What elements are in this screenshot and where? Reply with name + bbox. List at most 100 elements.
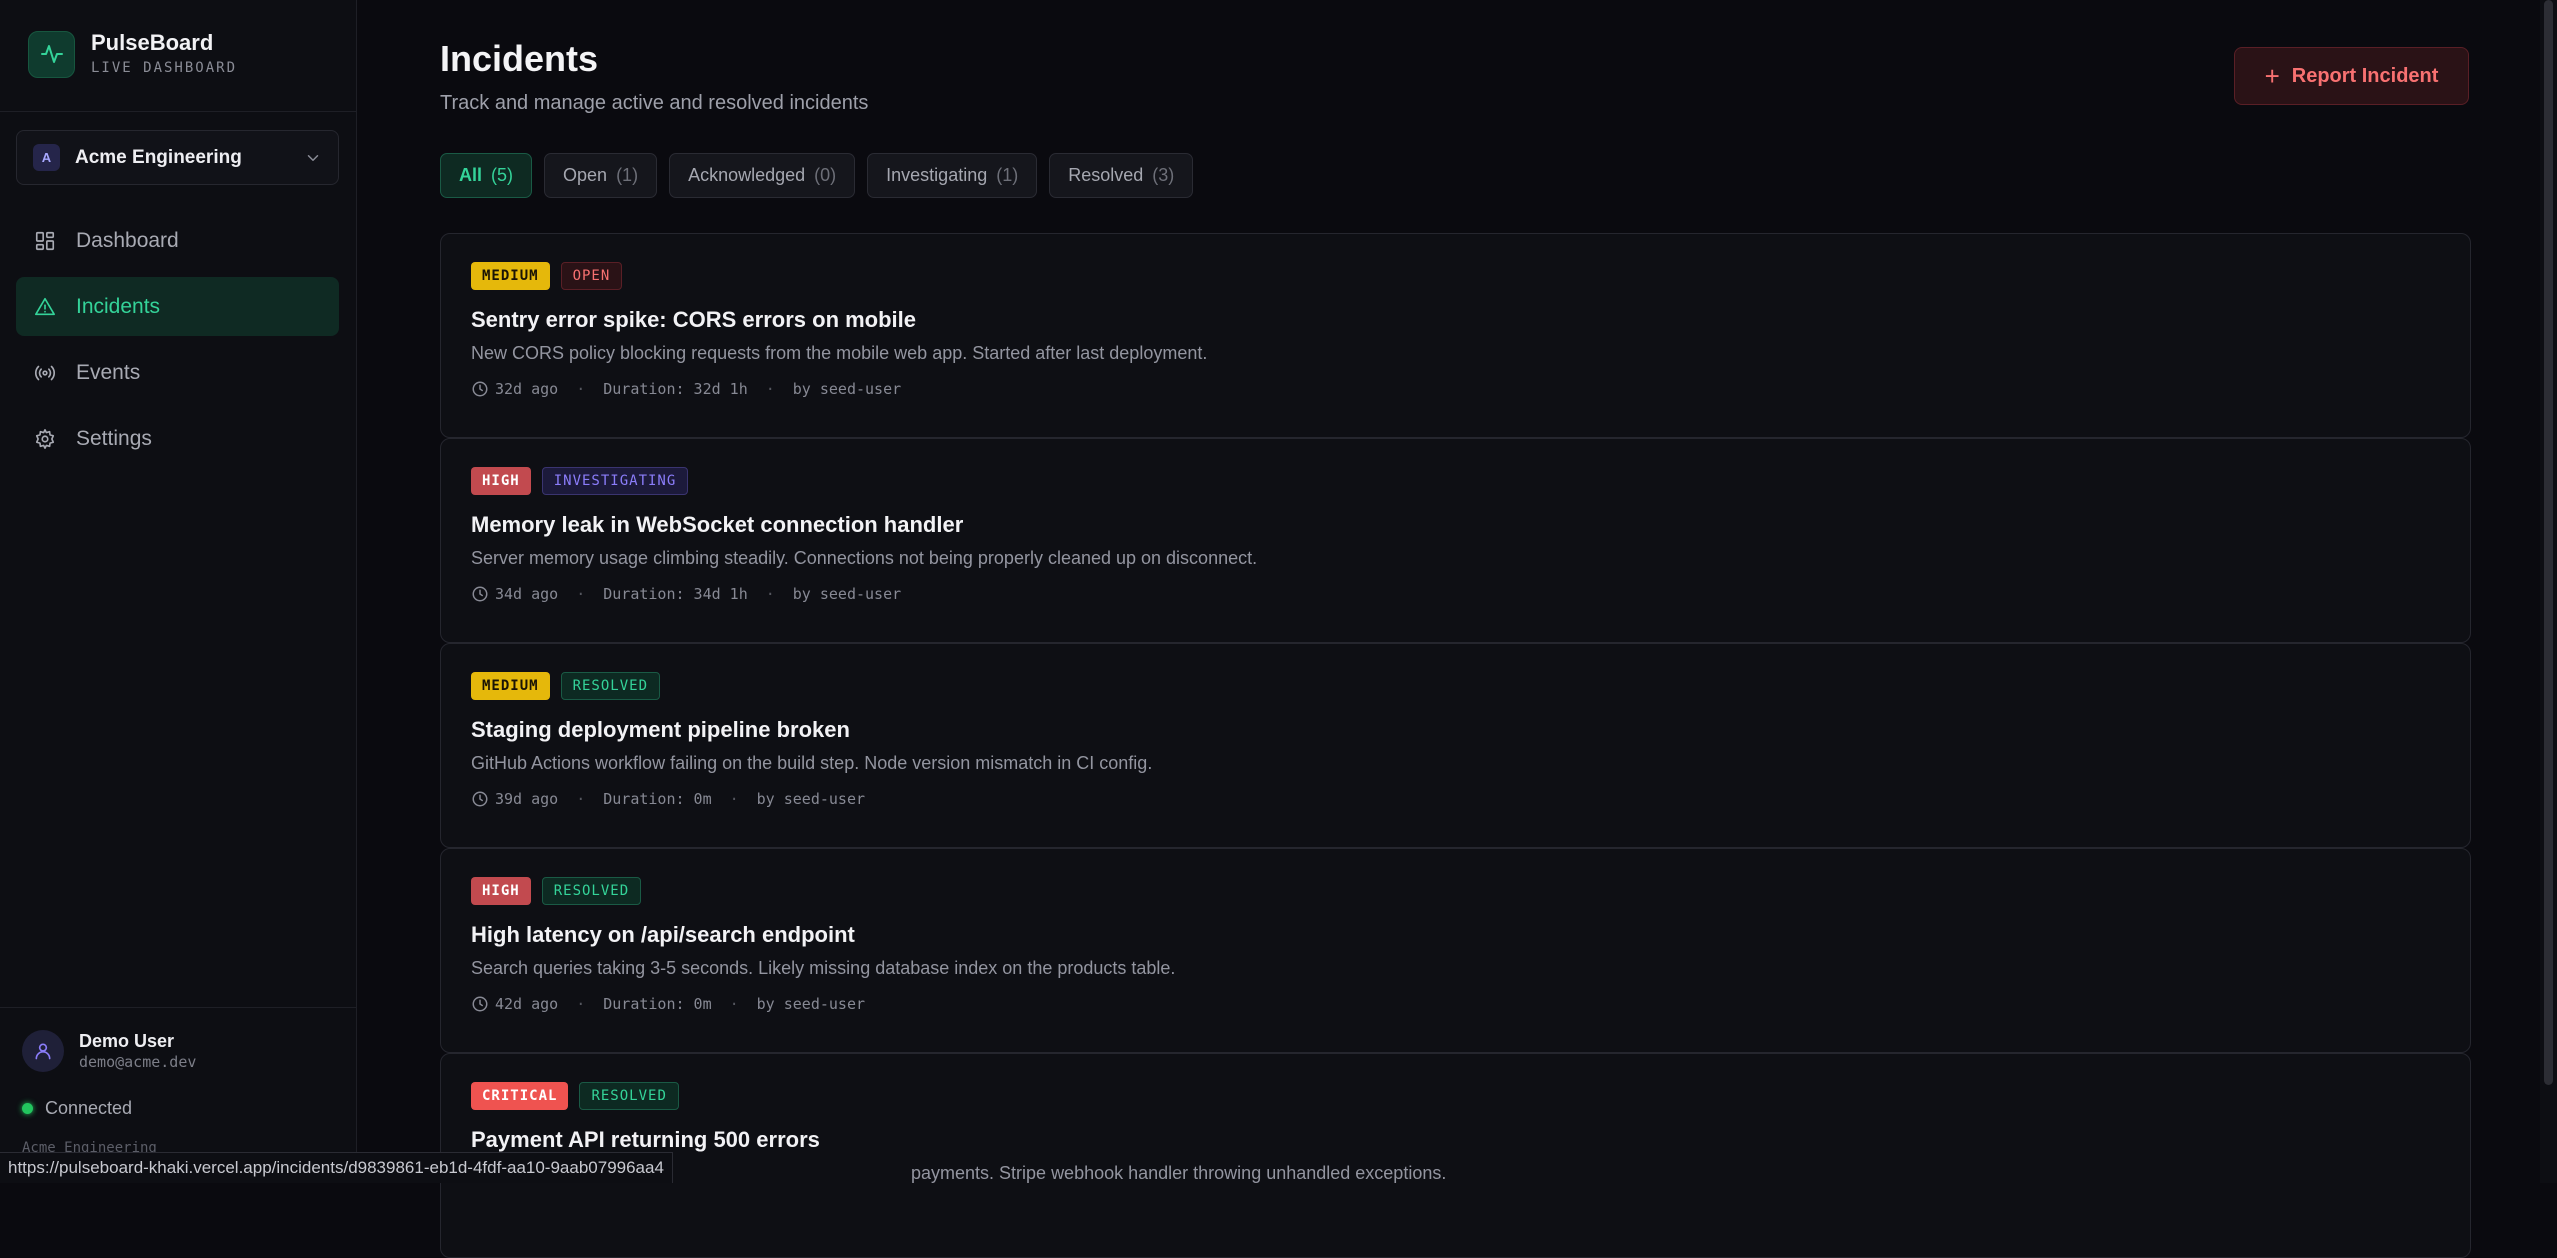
severity-badge: HIGH: [471, 877, 531, 905]
brand[interactable]: PulseBoard LIVE DASHBOARD: [28, 30, 237, 78]
filter-label: Resolved: [1068, 165, 1144, 185]
sidebar-item-label: Settings: [76, 426, 152, 450]
sidebar-item-events[interactable]: Events: [16, 343, 339, 402]
status-badge: INVESTIGATING: [541, 467, 689, 495]
brand-name: PulseBoard: [91, 30, 214, 55]
sidebar: PulseBoard LIVE DASHBOARD A Acme Enginee…: [0, 0, 357, 1183]
incident-card[interactable]: MEDIUM RESOLVED Staging deployment pipel…: [440, 643, 2471, 848]
incident-age: 32d ago: [495, 380, 559, 398]
incident-duration: Duration: 0m: [603, 995, 712, 1013]
sidebar-item-settings[interactable]: Settings: [16, 409, 339, 468]
sidebar-item-incidents[interactable]: Incidents: [16, 277, 339, 336]
incident-card[interactable]: CRITICAL RESOLVED Payment API returning …: [440, 1053, 2471, 1258]
report-incident-button[interactable]: + Report Incident: [2234, 47, 2469, 105]
incident-title: Sentry error spike: CORS errors on mobil…: [471, 307, 917, 332]
status-badge: RESOLVED: [541, 877, 642, 905]
incident-age: 42d ago: [495, 995, 559, 1013]
user-profile[interactable]: Demo User demo@acme.dev: [22, 1030, 196, 1072]
meta-separator: ·: [765, 585, 775, 603]
severity-badge: MEDIUM: [471, 672, 550, 700]
filter-label: Acknowledged: [688, 165, 806, 185]
incident-description: Search queries taking 3-5 seconds. Likel…: [471, 958, 1176, 978]
filter-count: (0): [814, 165, 837, 185]
incident-card[interactable]: HIGH INVESTIGATING Memory leak in WebSoc…: [440, 438, 2471, 643]
filter-investigating[interactable]: Investigating (1): [867, 153, 1038, 198]
meta-separator: ·: [576, 790, 586, 808]
severity-badge: CRITICAL: [471, 1082, 569, 1110]
org-selector[interactable]: A Acme Engineering: [16, 130, 339, 185]
incident-duration: Duration: 0m: [603, 790, 712, 808]
incident-description: New CORS policy blocking requests from t…: [471, 343, 1208, 363]
incident-meta: 32d ago · Duration: 32d 1h · by seed-use…: [471, 380, 2440, 398]
incident-duration: Duration: 32d 1h: [603, 380, 748, 398]
status-badge: OPEN: [560, 262, 623, 290]
clock-icon: [472, 381, 488, 397]
incident-list: MEDIUM OPEN Sentry error spike: CORS err…: [440, 233, 2471, 1258]
meta-separator: ·: [576, 585, 586, 603]
incident-description: Server memory usage climbing steadily. C…: [471, 548, 1258, 568]
divider: [0, 111, 357, 112]
report-incident-label: Report Incident: [2291, 64, 2439, 87]
status-badge: RESOLVED: [560, 672, 661, 700]
incident-card[interactable]: HIGH RESOLVED High latency on /api/searc…: [440, 848, 2471, 1053]
clock-icon: [472, 996, 488, 1012]
incident-duration: Duration: 34d 1h: [603, 585, 748, 603]
page-title: Incidents: [440, 38, 599, 79]
chevron-down-icon: [307, 154, 319, 161]
radio-broadcast-icon: [34, 362, 56, 384]
incident-author: by seed-user: [756, 995, 866, 1013]
plus-icon: +: [2264, 61, 2280, 91]
incident-title: Memory leak in WebSocket connection hand…: [471, 512, 964, 537]
sidebar-item-dashboard[interactable]: Dashboard: [16, 211, 339, 270]
incident-title: Payment API returning 500 errors: [471, 1127, 820, 1152]
filter-label: All: [459, 165, 483, 185]
incident-title: High latency on /api/search endpoint: [471, 922, 855, 947]
page-subtitle: Track and manage active and resolved inc…: [440, 92, 869, 114]
meta-separator: ·: [576, 380, 586, 398]
incident-meta: 34d ago · Duration: 34d 1h · by seed-use…: [471, 585, 2440, 603]
sidebar-nav: Dashboard Incidents Events Settings: [16, 211, 339, 475]
incident-author: by seed-user: [792, 380, 902, 398]
org-name: Acme Engineering: [75, 146, 242, 168]
filter-label: Open: [563, 165, 608, 185]
connection-label: Connected: [45, 1098, 133, 1118]
grid-icon: [34, 230, 56, 252]
status-dot-icon: [22, 1103, 33, 1114]
meta-separator: ·: [576, 995, 586, 1013]
scrollbar-thumb[interactable]: [2544, 0, 2553, 1085]
link-preview-url: https://pulseboard-khaki.vercel.app/inci…: [0, 1152, 673, 1183]
incident-age: 39d ago: [495, 790, 559, 808]
incident-age: 34d ago: [495, 585, 559, 603]
divider: [0, 1007, 357, 1008]
incident-card[interactable]: MEDIUM OPEN Sentry error spike: CORS err…: [440, 233, 2471, 438]
meta-separator: ·: [729, 995, 739, 1013]
filter-all[interactable]: All (5): [440, 153, 533, 198]
sidebar-item-label: Events: [76, 360, 141, 384]
filter-open[interactable]: Open (1): [544, 153, 658, 198]
incident-author: by seed-user: [792, 585, 902, 603]
gear-icon: [34, 428, 56, 450]
connection-status: Connected: [22, 1098, 132, 1119]
incident-description: payments. Stripe webhook handler throwin…: [911, 1163, 1447, 1183]
incident-meta: 39d ago · Duration: 0m · by seed-user: [471, 790, 2440, 808]
org-avatar: A: [33, 144, 60, 171]
filter-count: (1): [616, 165, 639, 185]
meta-separator: ·: [765, 380, 775, 398]
avatar: [22, 1030, 64, 1072]
main-content: Incidents Track and manage active and re…: [358, 0, 2540, 1258]
sidebar-item-label: Dashboard: [76, 228, 179, 252]
filter-label: Investigating: [886, 165, 988, 185]
incident-description: GitHub Actions workflow failing on the b…: [471, 753, 1153, 773]
severity-badge: HIGH: [471, 467, 531, 495]
incident-meta: 42d ago · Duration: 0m · by seed-user: [471, 995, 2440, 1013]
warning-triangle-icon: [34, 296, 56, 318]
incident-title: Staging deployment pipeline broken: [471, 717, 850, 742]
filter-resolved[interactable]: Resolved (3): [1049, 153, 1194, 198]
brand-subtitle: LIVE DASHBOARD: [91, 60, 238, 76]
clock-icon: [472, 791, 488, 807]
filter-acknowledged[interactable]: Acknowledged (0): [669, 153, 856, 198]
clock-icon: [472, 586, 488, 602]
meta-separator: ·: [729, 790, 739, 808]
pulse-logo-icon: [28, 30, 75, 78]
sidebar-item-label: Incidents: [76, 294, 161, 318]
